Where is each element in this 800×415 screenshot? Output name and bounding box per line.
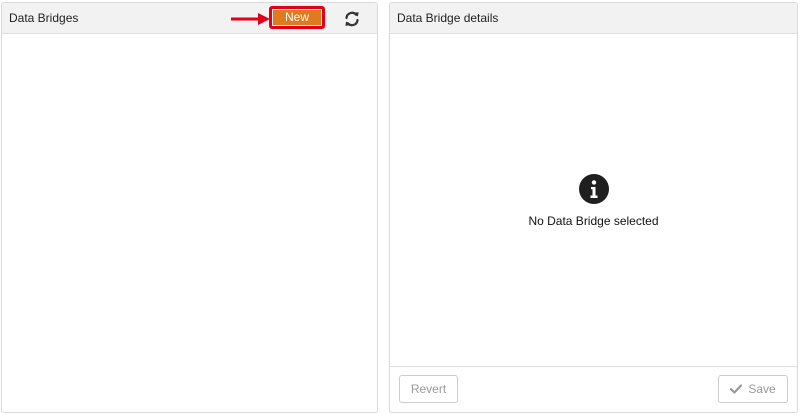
refresh-button[interactable] <box>342 9 362 29</box>
data-bridges-title: Data Bridges <box>9 11 79 25</box>
data-bridges-header: Data Bridges New <box>2 3 377 34</box>
revert-button[interactable]: Revert <box>399 375 458 403</box>
check-icon <box>730 384 743 394</box>
empty-state: No Data Bridge selected <box>390 173 797 228</box>
refresh-icon <box>345 11 359 27</box>
details-footer: Revert Save <box>390 366 797 412</box>
new-button-highlight: New <box>269 6 325 29</box>
new-button[interactable]: New <box>273 10 321 25</box>
data-bridges-panel: Data Bridges New <box>1 2 378 413</box>
save-button[interactable]: Save <box>718 375 788 403</box>
data-bridge-details-panel: Data Bridge details No Data Bridge selec… <box>389 2 798 413</box>
details-title: Data Bridge details <box>397 11 499 25</box>
empty-message: No Data Bridge selected <box>528 214 659 228</box>
arrow-right-icon <box>231 13 270 25</box>
details-header: Data Bridge details <box>390 3 797 34</box>
save-label: Save <box>748 382 776 396</box>
info-icon <box>578 174 609 204</box>
